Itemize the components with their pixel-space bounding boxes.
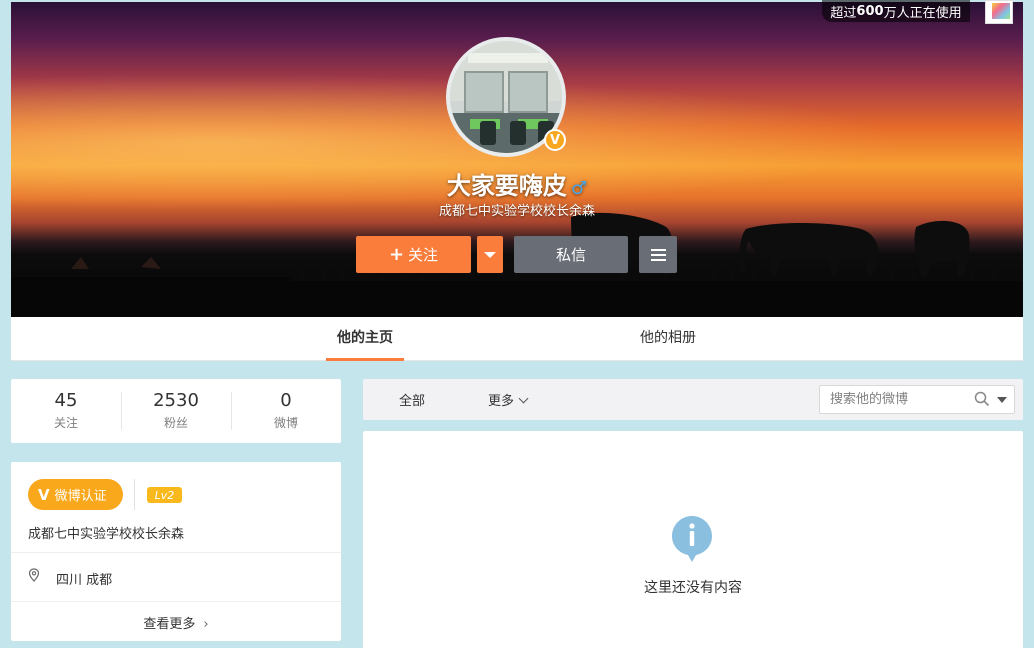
level-badge[interactable]: Lv2 — [147, 487, 182, 503]
filter-all[interactable]: 全部 — [399, 390, 425, 409]
feed-search — [819, 385, 1015, 414]
v-verify-icon: V — [38, 485, 50, 504]
search-input[interactable] — [820, 386, 970, 413]
tab-album[interactable]: 他的相册 — [629, 317, 707, 361]
empty-state-text: 这里还没有内容 — [644, 580, 742, 596]
stat-label: 粉丝 — [163, 416, 188, 430]
app-corner-icon[interactable] — [985, 0, 1013, 24]
divider — [11, 552, 341, 553]
stat-value: 45 — [54, 390, 78, 411]
view-more-label: 查看更多 — [143, 617, 196, 632]
stat-following[interactable]: 45 关注 — [11, 379, 121, 443]
verify-label: 微博认证 — [54, 489, 107, 504]
verify-description: 成都七中实验学校校长余森 — [28, 527, 185, 542]
stat-value: 2530 — [153, 390, 199, 411]
divider — [134, 479, 135, 510]
caret-down-icon — [484, 251, 496, 258]
stat-followers[interactable]: 2530 粉丝 — [121, 379, 231, 443]
stat-value: 0 — [280, 390, 292, 411]
follow-label: 关注 — [408, 246, 439, 264]
weibo-verify-button[interactable]: V 微博认证 — [28, 479, 123, 510]
filter-more-dropdown[interactable]: 更多 — [488, 390, 529, 409]
stat-posts[interactable]: 0 微博 — [231, 379, 341, 443]
stat-label: 关注 — [53, 416, 78, 430]
stat-label: 微博 — [273, 416, 298, 430]
tab-home[interactable]: 他的主页 — [326, 317, 404, 361]
profile-stats: 45 关注 2530 粉丝 0 微博 — [11, 379, 341, 443]
follow-dropdown-button[interactable] — [477, 236, 503, 273]
feed-filter-bar: 全部 更多 — [363, 379, 1023, 420]
feed-content: 这里还没有内容 — [363, 431, 1023, 648]
filter-more-label: 更多 — [488, 394, 515, 409]
profile-intro: 成都七中实验学校校长余森 — [438, 204, 595, 219]
users-suffix: 万人正在使用 — [883, 5, 962, 21]
search-options-caret-icon[interactable] — [997, 397, 1007, 403]
users-count-banner: 超过 600 万人正在使用 — [822, 0, 970, 22]
message-button[interactable]: 私信 — [514, 236, 628, 273]
chevron-down-icon — [518, 393, 529, 404]
follow-button[interactable]: + 关注 — [356, 236, 471, 273]
v-badge-icon: V — [544, 129, 566, 151]
users-count: 600 — [856, 3, 884, 19]
info-icon — [672, 516, 712, 562]
location-text: 四川 成都 — [56, 573, 113, 588]
profile-name: 大家要嗨皮 ♂ — [0, 166, 1034, 201]
hamburger-menu-icon[interactable] — [639, 236, 677, 273]
view-more-link[interactable]: 查看更多 › — [11, 613, 341, 632]
users-prefix: 超过 — [830, 5, 857, 21]
plus-icon: + — [388, 244, 405, 265]
profile-info-card: V 微博认证 Lv2 成都七中实验学校校长余森 四川 成都 查看更多 › — [11, 462, 341, 641]
chevron-right-icon: › — [203, 617, 209, 632]
profile-tabs: 他的主页 他的相册 — [11, 317, 1023, 361]
divider — [11, 601, 341, 602]
location-pin-icon — [28, 568, 40, 582]
search-icon[interactable] — [974, 391, 990, 407]
profile-nickname: 大家要嗨皮 — [446, 172, 567, 200]
male-icon: ♂ — [570, 178, 588, 199]
